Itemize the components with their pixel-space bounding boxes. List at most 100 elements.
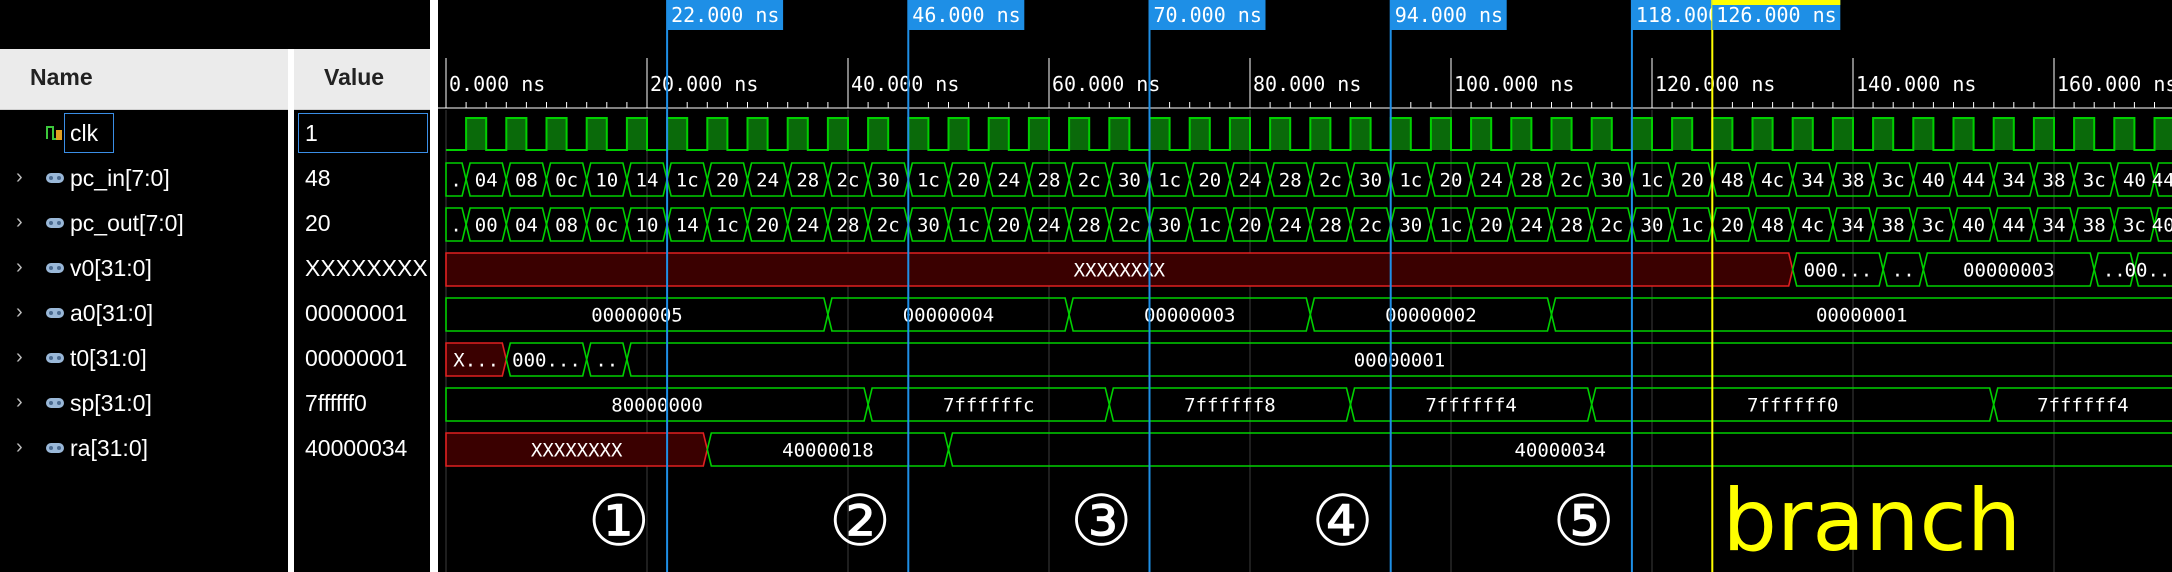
bus-value: 28 [1560, 215, 1583, 237]
signal-name[interactable]: pc_out[7:0] [70, 210, 184, 237]
bus-signal-icon [46, 263, 64, 273]
bus-value: 24 [1480, 170, 1503, 192]
bus-value: 48 [1761, 215, 1784, 237]
signal-row[interactable]: › v0[31:0] XXXXXXXX [0, 245, 430, 290]
ruler-tick-label: 140.000 ns [1856, 72, 1976, 96]
bus-signal-icon [46, 353, 64, 363]
bus-trace: X... 000..... 00000001 [445, 342, 2172, 377]
bus-value: 44 [1962, 170, 1985, 192]
clk-high-fill [1229, 118, 1250, 150]
bus-value: 14 [636, 170, 659, 192]
bus-value: 38 [2083, 215, 2106, 237]
bus-trace: XXXXXXXX 40000018 40000034 [445, 432, 2172, 467]
bus-value: 00000003 [1963, 260, 2055, 282]
signal-name[interactable]: sp[31:0] [70, 390, 152, 417]
signal-row[interactable]: › pc_out[7:0] 20 [0, 200, 430, 245]
cursor-time-label: 126.000 ns [1716, 3, 1836, 27]
bus-value: 2c [837, 170, 860, 192]
signal-value: 48 [305, 165, 331, 191]
signal-row[interactable]: › sp[31:0] 7ffffff0 [0, 380, 430, 425]
bus-value: 40 [1962, 215, 1985, 237]
expand-chevron-icon[interactable]: › [16, 166, 23, 189]
bus-value: 00... [2125, 260, 2172, 282]
signal-name-panel: Name Value clk 1 › pc_in[7:0] 48 › pc_out[7:0]… [0, 0, 436, 572]
bus-value: 30 [917, 215, 940, 237]
clk-high-fill [1591, 118, 1612, 150]
signal-value: 40000034 [305, 435, 408, 461]
name-column-header[interactable]: Name [30, 64, 93, 91]
bus-value: 20 [716, 170, 739, 192]
bus-value: 34 [2043, 215, 2066, 237]
bus-value: 24 [756, 170, 779, 192]
marker-label: ④ [1311, 480, 1374, 562]
bus-value: 24 [997, 170, 1020, 192]
bus-value: 20 [1198, 170, 1221, 192]
bus-value: 1c [1198, 215, 1221, 237]
signal-name[interactable]: ra[31:0] [70, 435, 148, 462]
selected-name-box [64, 113, 114, 153]
bus-value: 80000000 [611, 395, 703, 417]
bus-value: 3c [1922, 215, 1945, 237]
expand-chevron-icon[interactable]: › [16, 346, 23, 369]
bus-value: 2c [1359, 215, 1382, 237]
bus-value: 000... [512, 350, 581, 372]
clk-high-fill [1471, 118, 1492, 150]
bus-value: 40 [2152, 215, 2172, 237]
expand-chevron-icon[interactable]: › [16, 436, 23, 459]
clk-high-fill [586, 118, 607, 150]
clk-high-fill [1069, 118, 1090, 150]
bus-trace: 80000000 7ffffffc 7ffffff8 7ffffff4 7ffffff0… [445, 387, 2172, 422]
expand-chevron-icon[interactable]: › [16, 301, 23, 324]
bus-value: 30 [1158, 215, 1181, 237]
clk-high-fill [2154, 118, 2172, 150]
clk-high-fill [1551, 118, 1572, 150]
bus-trace: . 00 04 08 0c 10 14 1c 20 24 28 2c 30 1c 20 24 28 2c 30 1c 2… [445, 207, 2172, 242]
value-column-header[interactable]: Value [324, 64, 384, 91]
signal-value: 20 [305, 210, 331, 236]
bus-value: 24 [1239, 170, 1262, 192]
bus-value: 30 [1399, 215, 1422, 237]
branch-label: branch [1722, 471, 2021, 571]
bus-value: 44 [2152, 170, 2172, 192]
expand-chevron-icon[interactable]: › [16, 211, 23, 234]
bus-value: 1c [1641, 170, 1664, 192]
bus-value: 7ffffffc [943, 395, 1035, 417]
clk-high-fill [466, 118, 487, 150]
signal-row[interactable]: › t0[31:0] 00000001 [0, 335, 430, 380]
signal-row[interactable]: clk 1 [0, 110, 430, 155]
panel-divider[interactable] [430, 0, 438, 572]
signal-value: 7ffffff0 [305, 390, 367, 416]
signal-row[interactable]: › ra[31:0] 40000034 [0, 425, 430, 470]
signal-row[interactable]: › a0[31:0] 00000001 [0, 290, 430, 335]
bus-value: 1c [676, 170, 699, 192]
signal-row[interactable]: › pc_in[7:0] 48 [0, 155, 430, 200]
bus-trace: 00000005 00000004 00000003 00000002 00000001 [445, 297, 2172, 332]
bus-value: 7ffffff4 [2037, 395, 2129, 417]
bus-value: 38 [1882, 215, 1905, 237]
signal-name[interactable]: v0[31:0] [70, 255, 152, 282]
signal-name[interactable]: a0[31:0] [70, 300, 153, 327]
ruler-tick-label: 100.000 ns [1454, 72, 1574, 96]
selected-value-box [298, 113, 428, 153]
expand-chevron-icon[interactable]: › [16, 256, 23, 279]
clk-high-fill [707, 118, 728, 150]
ruler-tick-label: 120.000 ns [1655, 72, 1775, 96]
clk-high-fill [1390, 118, 1411, 150]
clk-high-fill [1631, 118, 1652, 150]
bus-value: 00000001 [1816, 305, 1908, 327]
bus-value: 08 [555, 215, 578, 237]
clk-high-fill [1792, 118, 1813, 150]
expand-chevron-icon[interactable]: › [16, 391, 23, 414]
signal-name[interactable]: pc_in[7:0] [70, 165, 170, 192]
time-ruler[interactable]: 0.000 ns 20.000 ns 40.000 ns 60.000 ns 80.00… [438, 58, 2172, 109]
cursor-time-label: 70.000 ns [1154, 3, 1262, 27]
waveform-canvas[interactable]: 0.000 ns 20.000 ns 40.000 ns 60.000 ns 80.00… [438, 0, 2172, 572]
bus-value: .. [595, 350, 618, 372]
marker-label: ⑤ [1552, 480, 1615, 562]
bus-value: 00000003 [1144, 305, 1236, 327]
bus-value: 40000018 [782, 440, 874, 462]
column-divider[interactable] [288, 49, 294, 572]
clk-high-fill [1270, 118, 1291, 150]
signal-name[interactable]: t0[31:0] [70, 345, 147, 372]
bus-signal-icon [46, 443, 64, 453]
